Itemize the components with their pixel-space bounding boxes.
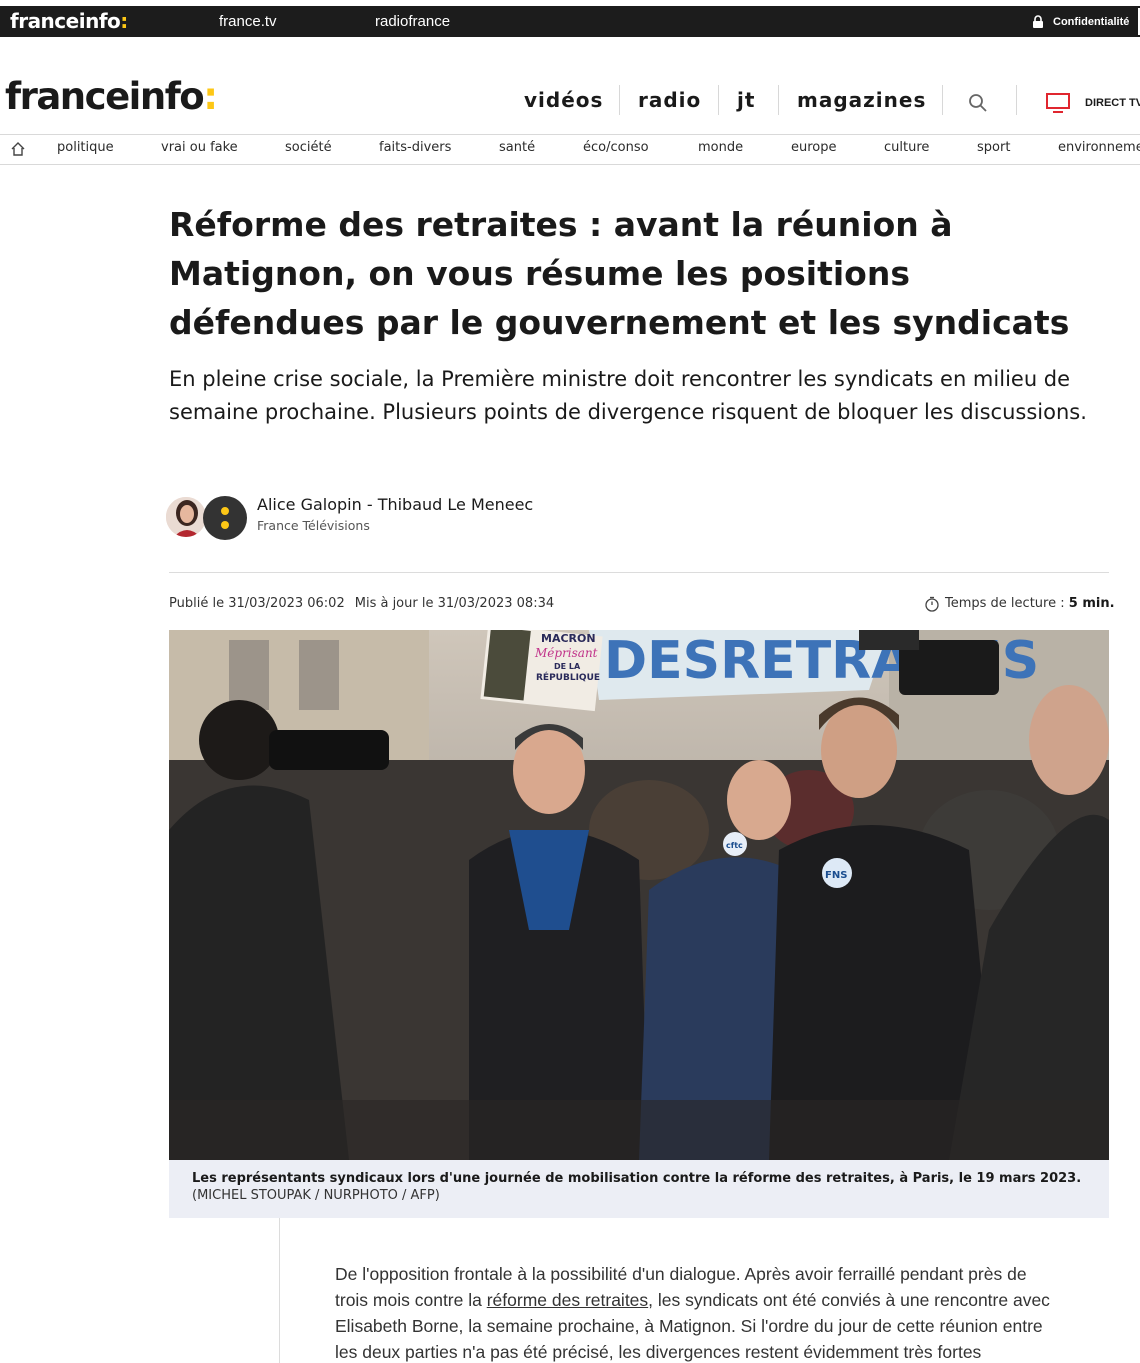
reading-time: Temps de lecture : 5 min. [945,596,1115,611]
category-environnement[interactable]: environneme [1058,140,1140,155]
confidentiality-link[interactable]: Confidentialité [1053,16,1129,28]
sign-line2: Méprisant [534,646,598,660]
body-sidebar-line [279,1218,280,1363]
reforme-retraites-link[interactable]: réforme des retraites [487,1290,648,1310]
author-photo [166,497,206,537]
nav-separator [718,85,719,115]
lock-icon[interactable] [1031,15,1045,28]
category-faits-divers[interactable]: faits-divers [379,140,451,155]
article-photo[interactable]: DESRETRAITES MACRON Méprisant DE LA RÉPU… [169,630,1109,1160]
avatar-dot [221,507,229,515]
francetv-link[interactable]: france.tv [219,13,277,30]
nav-separator [619,85,620,115]
protest-photo: DESRETRAITES MACRON Méprisant DE LA RÉPU… [169,630,1109,1160]
divider [169,572,1109,573]
small-logo-colon: : [120,9,128,33]
category-monde[interactable]: monde [698,140,743,155]
sign-line1: MACRON [541,632,596,645]
caption-text: Les représentants syndicaux lors d'une j… [192,1171,1082,1186]
category-eco-conso[interactable]: éco/conso [583,140,649,155]
nav-magazines[interactable]: magazines [797,88,926,112]
updated-date: Mis à jour le 31/03/2023 08:34 [354,596,555,611]
logo-text: franceinfo [5,75,205,118]
category-sante[interactable]: santé [499,140,535,155]
radiofrance-link[interactable]: radiofrance [375,13,450,30]
reading-time-value: 5 min. [1068,596,1115,611]
avatar-dot [221,521,229,529]
franceinfo-small-logo[interactable]: franceinfo: [10,9,128,33]
article-body: De l'opposition frontale à la possibilit… [335,1261,1060,1363]
author-avatar-franceinfo[interactable] [203,496,247,540]
category-sport[interactable]: sport [977,140,1010,155]
search-icon[interactable] [968,93,988,113]
logo-colon: : [203,75,218,118]
sign-line4: RÉPUBLIQUE [536,671,600,683]
category-politique[interactable]: politique [57,140,114,155]
photo-caption: Les représentants syndicaux lors d'une j… [169,1160,1109,1218]
caption-credit: (MICHEL STOUPAK / NURPHOTO / AFP) [192,1188,440,1203]
published-date: Publié le 31/03/2023 06:02 [169,596,345,611]
article-title: Réforme des retraites : avant la réunion… [169,205,1070,342]
category-vrai-ou-fake[interactable]: vrai ou fake [161,140,238,155]
category-nav: politique vrai ou fake société faits-div… [0,134,1140,165]
category-europe[interactable]: europe [791,140,837,155]
article-authors[interactable]: Alice Galopin - Thibaud Le Meneec [257,495,533,514]
category-culture[interactable]: culture [884,140,929,155]
nav-separator [778,85,779,115]
franceinfo-logo[interactable]: franceinfo: [5,75,218,118]
nav-radio[interactable]: radio [638,88,701,112]
article-lead: En pleine crise sociale, la Première min… [169,367,1087,424]
small-logo-text: franceinfo [10,9,121,33]
nav-separator [1016,85,1017,115]
nav-jt[interactable]: jt [737,88,755,112]
nav-separator [942,85,943,115]
site-header: franceinfo: vidéos radio jt magazines DI… [0,37,1140,135]
author-organization: France Télévisions [257,518,370,533]
badge-cftc: cftc [726,841,743,850]
home-icon[interactable] [10,141,26,157]
badge-fns: FNS [825,870,847,881]
top-bar: franceinfo: france.tv radiofrance Confid… [0,6,1140,37]
nav-videos[interactable]: vidéos [524,88,603,112]
timer-icon [925,596,939,612]
author-avatar-alice[interactable] [165,496,207,538]
sign-line3: DE LA [554,662,581,671]
article-dates: Publié le 31/03/2023 06:02 Mis à jour le … [169,596,554,611]
category-societe[interactable]: société [285,140,332,155]
tv-icon[interactable] [1046,93,1070,113]
direct-tv-link[interactable]: DIRECT TV [1085,97,1140,109]
reading-time-label: Temps de lecture : [945,596,1065,611]
